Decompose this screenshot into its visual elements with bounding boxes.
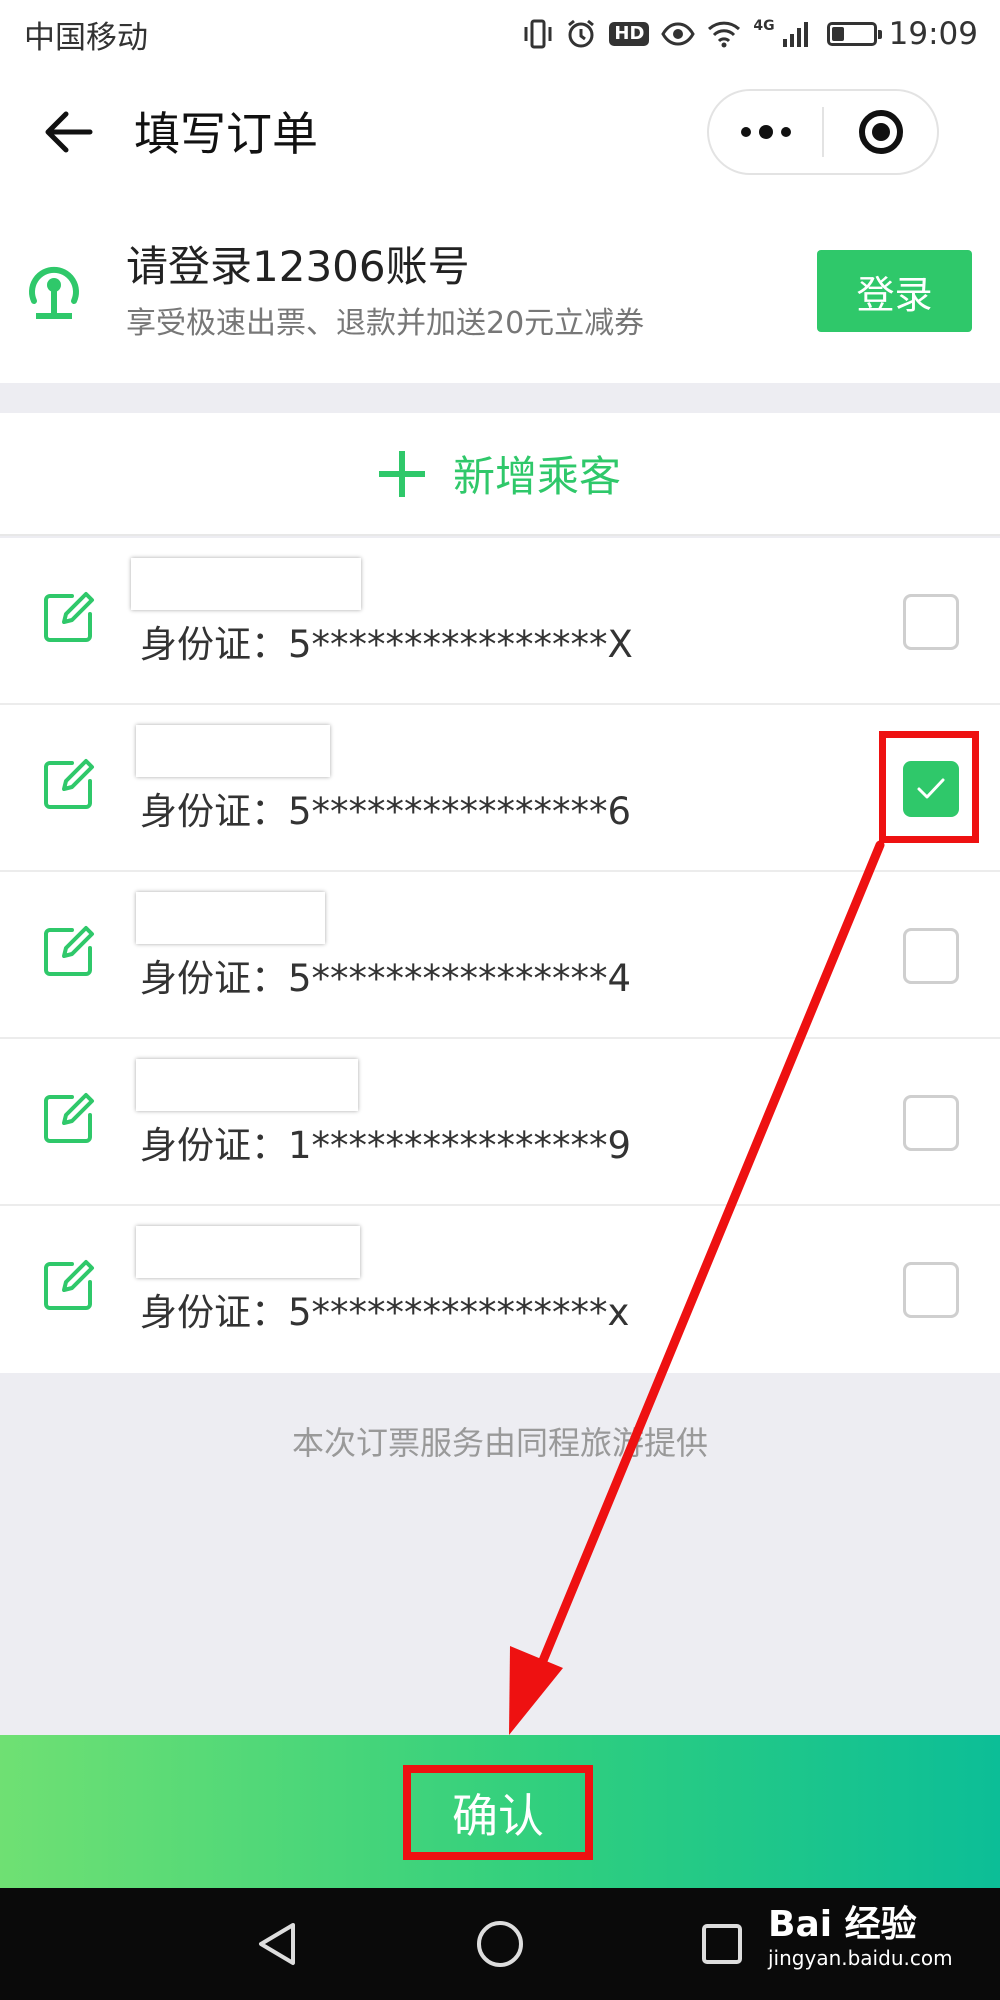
service-provider-note: 本次订票服务由同程旅游提供 xyxy=(291,1424,708,1462)
passenger-list: 身份证：5****************X 身份证：5************… xyxy=(0,538,1000,1373)
login-title: 请登录12306账号 xyxy=(126,242,470,291)
eye-icon xyxy=(661,16,696,52)
login-button[interactable]: 登录 xyxy=(817,250,972,332)
passenger-row[interactable]: 身份证：5****************X xyxy=(0,538,1000,705)
add-passenger-button[interactable]: 新增乘客 xyxy=(0,413,1000,536)
passenger-row[interactable]: 身份证：1****************9 xyxy=(0,1039,1000,1206)
alarm-icon xyxy=(565,16,597,52)
back-button[interactable] xyxy=(40,104,96,160)
nav-recents-button[interactable] xyxy=(690,1912,754,1976)
passenger-id: 身份证：5****************4 xyxy=(140,957,632,1000)
passenger-checkbox[interactable] xyxy=(903,594,959,650)
passenger-checkbox[interactable] xyxy=(903,1095,959,1151)
passenger-row[interactable]: 身份证：5****************6 xyxy=(0,705,1000,872)
edit-icon[interactable] xyxy=(40,1091,96,1147)
nav-home-button[interactable] xyxy=(468,1912,532,1976)
nav-back-button[interactable] xyxy=(246,1912,310,1976)
passenger-name-redacted xyxy=(136,1059,358,1111)
nav-header: 填写订单 xyxy=(0,68,1000,198)
watermark-brand: Bai 经验 xyxy=(768,1904,917,1945)
app-screen: 中国移动 HD 4G 19:09 填写订单 请登录12306账号 享受极速出票、… xyxy=(0,0,1000,2000)
confirm-button[interactable]: 确认 xyxy=(403,1765,593,1860)
edit-icon[interactable] xyxy=(40,924,96,980)
clock-label: 19:09 xyxy=(888,16,978,52)
edit-icon[interactable] xyxy=(40,757,96,813)
square-recents-icon xyxy=(702,1924,742,1964)
battery-fill xyxy=(831,27,844,41)
page-title: 填写订单 xyxy=(134,107,318,161)
more-button[interactable] xyxy=(709,91,822,173)
passenger-id: 身份证：5****************6 xyxy=(140,790,632,833)
login-subtitle: 享受极速出票、退款并加送20元立减券 xyxy=(126,306,645,341)
add-passenger-label: 新增乘客 xyxy=(452,452,621,501)
more-dots-icon xyxy=(740,125,791,139)
edit-icon[interactable] xyxy=(40,590,96,646)
highlight-annotation-box xyxy=(879,731,979,843)
miniprogram-capsule xyxy=(707,89,939,175)
passenger-name-redacted xyxy=(136,1226,360,1278)
railway-logo-icon xyxy=(29,266,79,319)
passenger-id: 身份证：5****************x xyxy=(140,1291,630,1334)
status-bar: 中国移动 HD 4G 19:09 xyxy=(0,0,1000,68)
close-miniprogram-button[interactable] xyxy=(824,91,937,173)
network-type-label: 4G xyxy=(753,18,775,34)
passenger-checkbox[interactable] xyxy=(903,928,959,984)
system-nav-bar: Bai 经验 jingyan.baidu.com xyxy=(0,1888,1000,2000)
passenger-row[interactable]: 身份证：5****************x xyxy=(0,1206,1000,1373)
passenger-name-redacted xyxy=(131,558,361,610)
edit-icon[interactable] xyxy=(40,1258,96,1314)
circle-home-icon xyxy=(477,1921,523,1967)
passenger-checkbox[interactable] xyxy=(903,1262,959,1318)
status-icons: HD 4G 19:09 xyxy=(523,16,978,52)
vibrate-icon xyxy=(523,16,553,52)
passenger-name-redacted xyxy=(136,725,330,777)
passenger-row[interactable]: 身份证：5****************4 xyxy=(0,872,1000,1039)
wifi-icon xyxy=(707,16,741,52)
confirm-bar: 确认 xyxy=(0,1735,1000,1888)
carrier-label: 中国移动 xyxy=(24,19,148,56)
battery-icon xyxy=(826,22,882,46)
passenger-name-redacted xyxy=(136,892,325,944)
arrow-left-icon xyxy=(45,111,93,153)
watermark-url: jingyan.baidu.com xyxy=(768,1946,953,1970)
signal-icon xyxy=(781,16,811,52)
baidu-jingyan-watermark: Bai 经验 jingyan.baidu.com xyxy=(768,1904,953,1970)
target-close-icon xyxy=(858,110,903,154)
plus-icon xyxy=(378,450,425,497)
login-card: 请登录12306账号 享受极速出票、退款并加送20元立减券 登录 xyxy=(0,198,1000,383)
triangle-back-icon xyxy=(259,1923,295,1965)
passenger-id: 身份证：5****************X xyxy=(140,623,633,666)
passenger-id: 身份证：1****************9 xyxy=(140,1124,632,1167)
hd-icon: HD xyxy=(609,22,650,46)
